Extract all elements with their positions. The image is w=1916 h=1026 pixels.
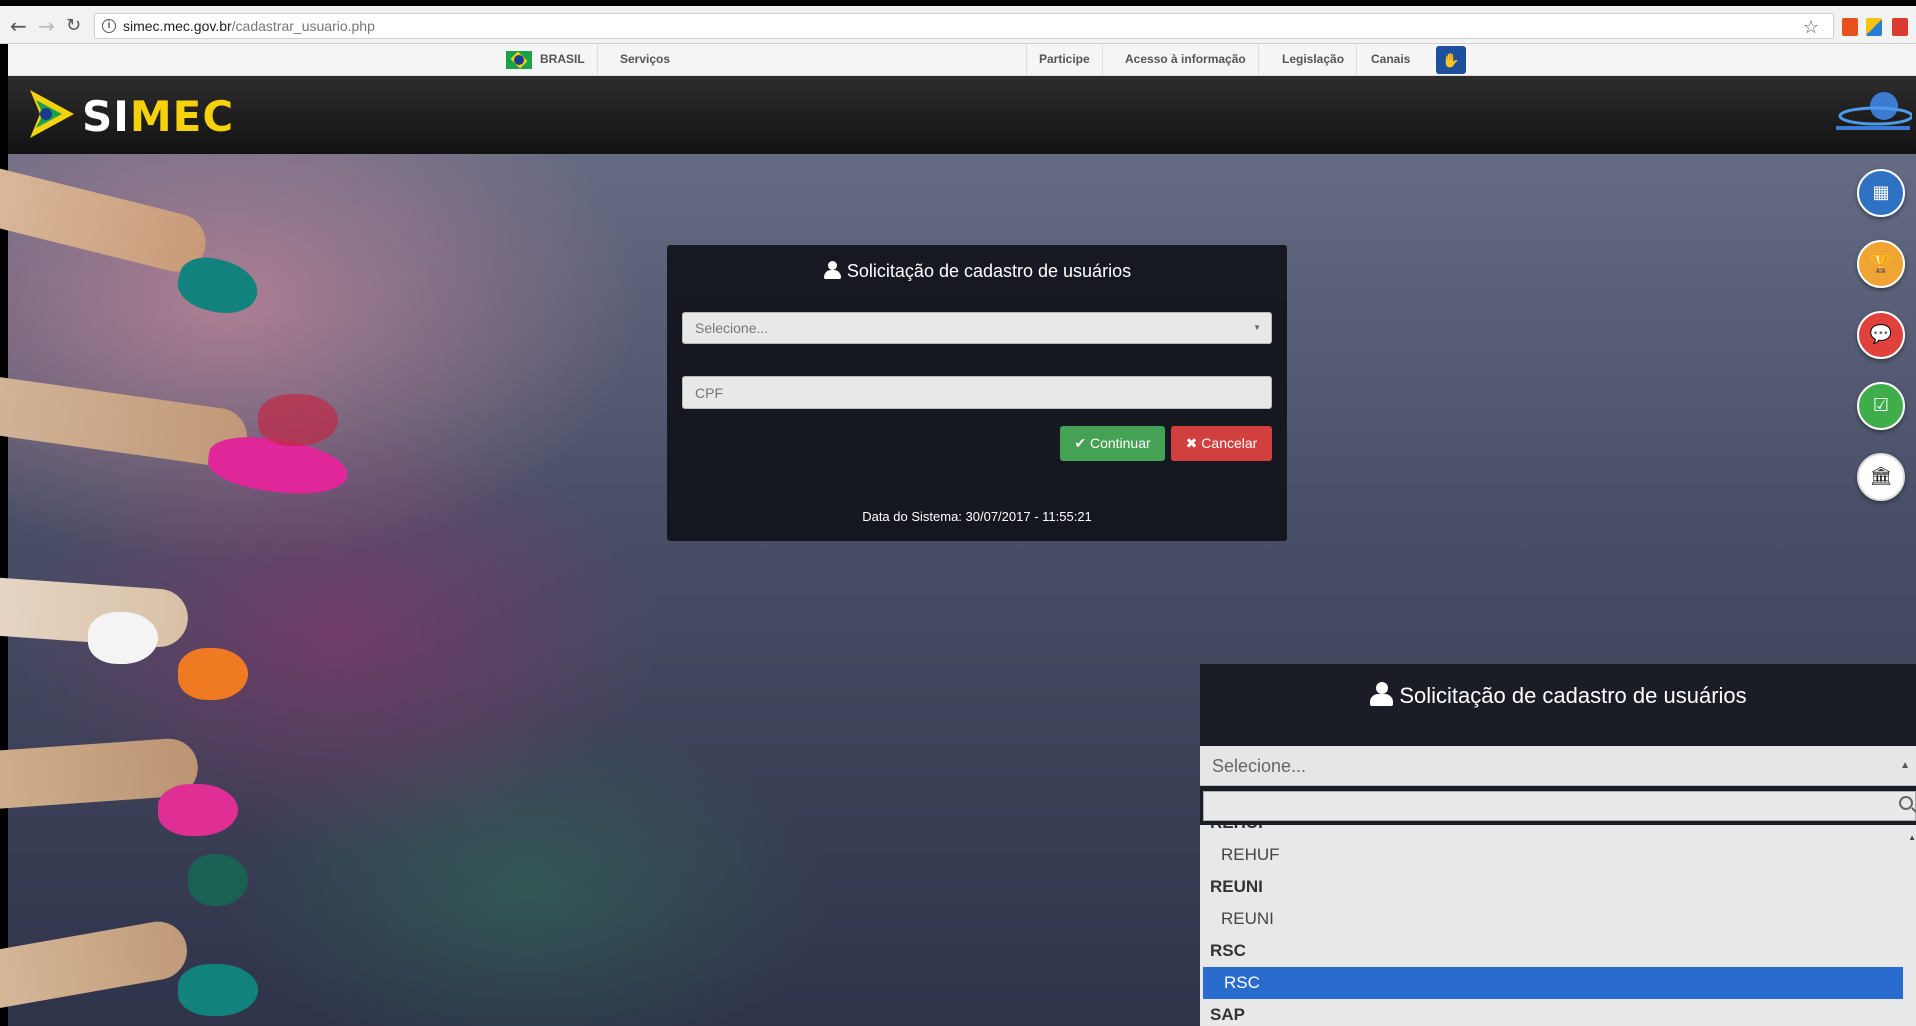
office-extension-icon[interactable] <box>1842 18 1858 36</box>
panel-title-text: Solicitação de cadastro de usuários <box>846 261 1132 281</box>
pencil-tip-decoration <box>178 964 258 1016</box>
search-icon <box>1899 796 1913 810</box>
pencil-decoration <box>0 917 192 1009</box>
arrow-right-icon[interactable]: → <box>38 15 55 37</box>
zoom-title-text: Solicitação de cadastro de usuários <box>1399 683 1747 708</box>
arrow-left-icon[interactable]: ← <box>10 15 27 37</box>
trophy-icon[interactable]: 🏆 <box>1857 240 1905 288</box>
check-icon: ✔ <box>1074 435 1087 451</box>
user-icon <box>823 261 841 279</box>
grid-icon[interactable]: ▦ <box>1857 169 1905 217</box>
system-date: Data do Sistema: 30/07/2017 - 11:55:21 <box>862 509 1092 524</box>
chevron-down-icon: ▼ <box>1253 323 1261 332</box>
zoomed-dropdown-view: Solicitação de cadastro de usuários Sele… <box>1200 664 1916 1026</box>
option-item[interactable]: REUNI <box>1200 903 1904 935</box>
pencil-tip-decoration <box>258 394 338 446</box>
gov-legislacao-link[interactable]: Legislação <box>1270 44 1358 75</box>
url-path: /cadastrar_usuario.php <box>231 18 375 34</box>
pencil-tip-decoration <box>172 251 264 321</box>
option-item-selected[interactable]: RSC <box>1203 967 1903 999</box>
info-icon[interactable]: i <box>102 19 116 33</box>
dropdown-search-input[interactable] <box>1203 791 1916 821</box>
zoom-select-value: Selecione... <box>1212 756 1307 776</box>
user-icon <box>1369 682 1394 706</box>
continue-label: Continuar <box>1089 435 1151 451</box>
address-bar[interactable]: i simec.mec.gov.br/cadastrar_usuario.php… <box>94 13 1834 39</box>
dropdown-options-list[interactable]: REHUF REHUF REUNI REUNI RSC RSC SAP ▲ <box>1200 825 1916 1026</box>
pencil-decoration <box>0 168 212 278</box>
pencil-tip-decoration <box>88 612 158 664</box>
option-group: REUNI <box>1210 877 1263 896</box>
gov-brasil-label: BRASIL <box>540 52 585 66</box>
simec-logo-icon[interactable] <box>28 88 76 140</box>
chevron-up-icon: ▲ <box>1900 760 1910 771</box>
site-header: SIMEC <box>8 76 1916 154</box>
option-item[interactable]: REHUF <box>1200 839 1904 871</box>
system-select-value: Selecione... <box>695 320 769 336</box>
star-icon[interactable]: ☆ <box>1803 15 1819 39</box>
extension-icon[interactable] <box>1866 18 1882 36</box>
cancel-label: Cancelar <box>1201 435 1258 451</box>
zoom-title: Solicitação de cadastro de usuários <box>1200 682 1916 709</box>
option-group: SAP <box>1210 1005 1245 1024</box>
url-host: simec.mec.gov.br <box>123 18 232 34</box>
reload-icon[interactable]: ↻ <box>66 15 81 37</box>
pencil-tip-decoration <box>188 854 248 906</box>
logo-text-part2: MEC <box>129 92 235 141</box>
pencil-tip-decoration <box>158 784 238 836</box>
gov-brasil-link[interactable]: BRASIL <box>494 44 598 75</box>
pdf-extension-icon[interactable] <box>1892 18 1908 36</box>
panel-title: Solicitação de cadastro de usuários <box>667 261 1287 282</box>
option-group: REHUF <box>1200 825 1904 839</box>
gov-participe-link[interactable]: Participe <box>1026 44 1103 75</box>
gov-canais-link[interactable]: Canais <box>1359 44 1422 75</box>
registration-panel: Solicitação de cadastro de usuários Sele… <box>667 245 1287 541</box>
chat-icon[interactable]: 💬 <box>1857 311 1905 359</box>
vlibras-icon[interactable]: ✋ <box>1436 46 1466 74</box>
simec-logo-text[interactable]: SIMEC <box>82 92 234 141</box>
cancel-button[interactable]: ✖ Cancelar <box>1171 426 1272 461</box>
pencil-tip-decoration <box>178 648 248 700</box>
cpf-input[interactable] <box>682 376 1272 409</box>
bank-icon[interactable]: 🏛 <box>1857 453 1905 501</box>
close-icon: ✖ <box>1185 435 1198 451</box>
checkbox-icon[interactable]: ☑ <box>1857 382 1905 430</box>
logo-text-part1: SI <box>82 92 130 141</box>
system-select[interactable]: Selecione... ▼ <box>682 312 1272 344</box>
gov-bar: BRASIL Serviços Participe Acesso à infor… <box>8 44 1916 76</box>
gov-acesso-link[interactable]: Acesso à informação <box>1113 44 1259 75</box>
brazil-flag-icon <box>506 50 532 69</box>
option-group: RSC <box>1210 941 1246 960</box>
gov-servicos-link[interactable]: Serviços <box>608 44 682 75</box>
continue-button[interactable]: ✔ Continuar <box>1060 426 1165 461</box>
browser-toolbar: ← → ↻ i simec.mec.gov.br/cadastrar_usuar… <box>0 0 1916 44</box>
scroll-up-icon[interactable]: ▲ <box>1908 833 1916 842</box>
government-logo-icon <box>1836 92 1912 130</box>
zoom-system-select[interactable]: Selecione... ▲ <box>1200 746 1916 786</box>
